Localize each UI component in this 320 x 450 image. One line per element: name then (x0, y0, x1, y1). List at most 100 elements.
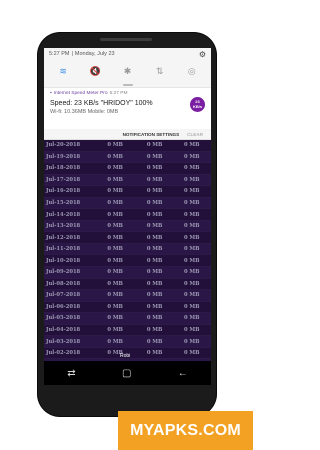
row-usage-value: 0 MB (107, 338, 123, 345)
row-usage-value: 0 MB (183, 280, 200, 287)
row-usage-value: 0 MB (183, 165, 200, 172)
row-date: Jul-17-2018 (46, 176, 81, 183)
carrier-label: Robi (120, 353, 131, 359)
row-usage-value: 0 MB (183, 303, 200, 310)
row-usage-value: 0 MB (107, 246, 123, 253)
row-usage-value: 0 MB (146, 327, 163, 334)
notification-settings-button[interactable]: NOTIFICATION SETTINGS (123, 132, 180, 137)
row-usage-value: 0 MB (183, 246, 200, 253)
table-row: Jul-17-2018 0 MB 0 MB 0 MB (44, 174, 211, 187)
row-usage-value: 0 MB (146, 188, 163, 195)
notification-app-icon: ▪ (50, 91, 52, 96)
status-time: 5:27 PM (49, 51, 70, 57)
row-date: Jul-03-2018 (46, 338, 81, 345)
row-usage-value: 0 MB (107, 280, 123, 287)
row-date: Jul-12-2018 (46, 234, 81, 241)
row-usage-value: 0 MB (107, 223, 123, 230)
table-row: Jul-08-2018 0 MB 0 MB 0 MB (44, 279, 211, 291)
row-usage-value: 0 MB (146, 176, 163, 183)
row-usage-value: 0 MB (107, 165, 123, 172)
row-usage-value: 0 MB (107, 142, 123, 149)
row-usage-value: 0 MB (146, 257, 163, 264)
row-usage-value: 0 MB (146, 350, 163, 357)
row-usage-value: 0 MB (146, 280, 163, 287)
row-usage-value: 0 MB (183, 200, 200, 206)
row-usage-value: 0 MB (107, 188, 123, 195)
row-usage-value: 0 MB (107, 257, 123, 264)
phone-speaker (100, 38, 152, 41)
row-date: Jul-05-2018 (46, 315, 81, 322)
row-usage-value: 0 MB (183, 338, 200, 345)
row-usage-value: 0 MB (183, 153, 200, 160)
row-usage-value: 0 MB (146, 153, 163, 160)
row-date: Jul-20-2018 (46, 142, 81, 149)
status-date: Monday, July 23 (74, 51, 115, 57)
notification-card[interactable]: ▪ Internet Speed Meter Pro 5:27 PM Speed… (44, 87, 211, 129)
row-usage-value: 0 MB (146, 223, 163, 230)
row-usage-value: 0 MB (107, 153, 123, 160)
table-row: Jul-03-2018 0 MB 0 MB 0 MB (44, 336, 211, 348)
bluetooth-icon[interactable]: ✱ (120, 66, 134, 77)
row-usage-value: 0 MB (107, 269, 123, 276)
recent-apps-icon[interactable]: ⇄ (67, 368, 75, 379)
status-bar: 5:27 PM | Monday, July 23 ⚙ (44, 48, 211, 60)
row-usage-value: 0 MB (146, 200, 163, 206)
mute-icon[interactable]: 🔇 (88, 66, 102, 77)
row-usage-value: 0 MB (107, 211, 123, 218)
table-row: Jul-06-2018 0 MB 0 MB 0 MB (44, 302, 211, 314)
row-usage-value: 0 MB (183, 142, 200, 149)
row-date: Jul-07-2018 (46, 292, 81, 299)
notification-header: ▪ Internet Speed Meter Pro 5:27 PM (50, 91, 205, 96)
row-date: Jul-15-2018 (46, 200, 81, 206)
row-usage-value: 0 MB (183, 211, 200, 218)
row-usage-value: 0 MB (183, 176, 200, 183)
table-row: Jul-16-2018 0 MB 0 MB 0 MB (44, 186, 211, 198)
clear-button[interactable]: CLEAR (187, 132, 203, 137)
row-usage-value: 0 MB (146, 234, 163, 241)
wifi-icon[interactable]: ≋ (56, 66, 70, 77)
row-usage-value: 0 MB (146, 292, 163, 299)
table-row: Jul-20-2018 0 MB 0 MB 0 MB (44, 140, 211, 152)
row-usage-value: 0 MB (146, 246, 163, 253)
home-icon[interactable]: ▢ (122, 368, 131, 379)
row-usage-value: 0 MB (183, 188, 200, 195)
back-icon[interactable]: ← (178, 368, 188, 379)
notification-text: Wi-fi: 10.36MB Mobile: 0MB (50, 109, 119, 115)
row-usage-value: 0 MB (107, 234, 123, 241)
row-usage-value: 0 MB (107, 292, 123, 299)
row-date: Jul-19-2018 (46, 153, 81, 160)
row-usage-value: 0 MB (146, 269, 163, 276)
usage-table[interactable]: Jul-20-2018 0 MB 0 MB 0 MB Jul-19-2018 0 MB 0 … (44, 140, 211, 372)
row-usage-value: 0 MB (183, 315, 200, 322)
gear-icon[interactable]: ⚙ (199, 50, 206, 59)
table-row: Jul-14-2018 0 MB 0 MB 0 MB (44, 209, 211, 221)
speed-badge: 23 KB/s (190, 97, 205, 112)
table-row: Jul-07-2018 0 MB 0 MB 0 MB (44, 290, 211, 302)
table-row: Jul-15-2018 0 MB 0 MB 0 MB (44, 197, 211, 210)
row-usage-value: 0 MB (107, 315, 123, 322)
row-date: Jul-10-2018 (46, 257, 81, 264)
row-usage-value: 0 MB (146, 142, 163, 149)
table-row: Jul-13-2018 0 MB 0 MB 0 MB (44, 220, 211, 233)
watermark-banner: MYAPKS.COM (118, 411, 253, 450)
row-usage-value: 0 MB (107, 327, 123, 334)
status-separator: | (71, 51, 73, 57)
hotspot-icon[interactable]: ◎ (185, 66, 199, 77)
table-row: Jul-18-2018 0 MB 0 MB 0 MB (44, 163, 211, 175)
row-date: Jul-09-2018 (46, 269, 81, 276)
row-usage-value: 0 MB (183, 257, 200, 264)
table-row: Jul-04-2018 0 MB 0 MB 0 MB (44, 325, 211, 337)
row-usage-value: 0 MB (183, 269, 200, 276)
row-date: Jul-13-2018 (46, 223, 81, 230)
row-usage-value: 0 MB (183, 234, 200, 241)
row-usage-value: 0 MB (107, 303, 123, 310)
data-transfer-icon[interactable]: ⇅ (153, 66, 167, 77)
row-usage-value: 0 MB (183, 350, 200, 357)
table-row: Jul-11-2018 0 MB 0 MB 0 MB (44, 243, 211, 256)
row-date: Jul-16-2018 (46, 188, 81, 195)
table-row: Jul-12-2018 0 MB 0 MB 0 MB (44, 232, 211, 244)
row-usage-value: 0 MB (146, 315, 163, 322)
speed-badge-unit: KB/s (192, 103, 203, 109)
navigation-bar: ⇄ ▢ ← (44, 361, 211, 385)
row-usage-value: 0 MB (107, 200, 123, 206)
